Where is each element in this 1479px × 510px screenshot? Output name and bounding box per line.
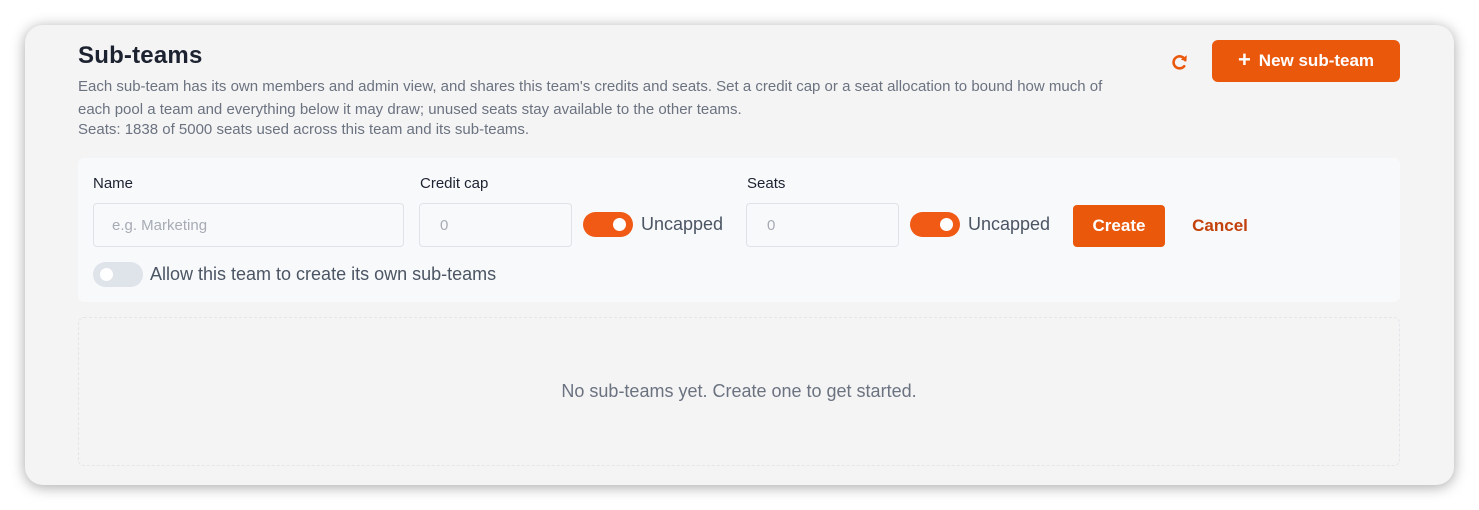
description-text: Each sub-team has its own members and ad… xyxy=(78,78,1103,118)
new-sub-team-label: New sub-team xyxy=(1258,51,1375,70)
name-label: Name xyxy=(93,175,134,192)
create-sub-team-form: Name Credit cap Uncapped Seats Uncapped … xyxy=(78,158,1400,302)
sub-teams-list-empty: No sub-teams yet. Create one to get star… xyxy=(78,317,1400,466)
cancel-button[interactable]: Cancel xyxy=(1180,205,1260,247)
seats-label: Seats xyxy=(747,175,786,192)
credit-cap-input[interactable] xyxy=(419,203,572,247)
new-sub-team-button[interactable]: + New sub-team xyxy=(1212,40,1400,82)
toggle-knob xyxy=(613,218,626,231)
credit-cap-label: Credit cap xyxy=(420,175,489,192)
seats-uncapped-label: Uncapped xyxy=(968,214,1051,234)
empty-state-message: No sub-teams yet. Create one to get star… xyxy=(561,381,917,401)
refresh-button[interactable] xyxy=(1167,49,1193,75)
plus-icon: + xyxy=(1237,47,1251,72)
create-button[interactable]: Create xyxy=(1073,205,1165,247)
seats-uncapped-toggle[interactable] xyxy=(910,212,960,237)
name-input[interactable] xyxy=(93,203,404,247)
refresh-icon xyxy=(1172,55,1187,70)
credit-cap-uncapped-label: Uncapped xyxy=(641,214,724,234)
credit-cap-uncapped-toggle[interactable] xyxy=(583,212,633,237)
sub-teams-card: Sub-teams Each sub-team has its own memb… xyxy=(25,25,1454,485)
toggle-knob xyxy=(940,218,953,231)
seats-input[interactable] xyxy=(746,203,899,247)
page-title: Sub-teams xyxy=(78,42,203,69)
allow-sub-teams-label: Allow this team to create its own sub-te… xyxy=(150,264,497,284)
seats-summary: Seats: 1838 of 5000 seats used across th… xyxy=(78,121,530,138)
allow-sub-teams-toggle[interactable] xyxy=(93,262,143,287)
toggle-knob xyxy=(100,268,113,281)
